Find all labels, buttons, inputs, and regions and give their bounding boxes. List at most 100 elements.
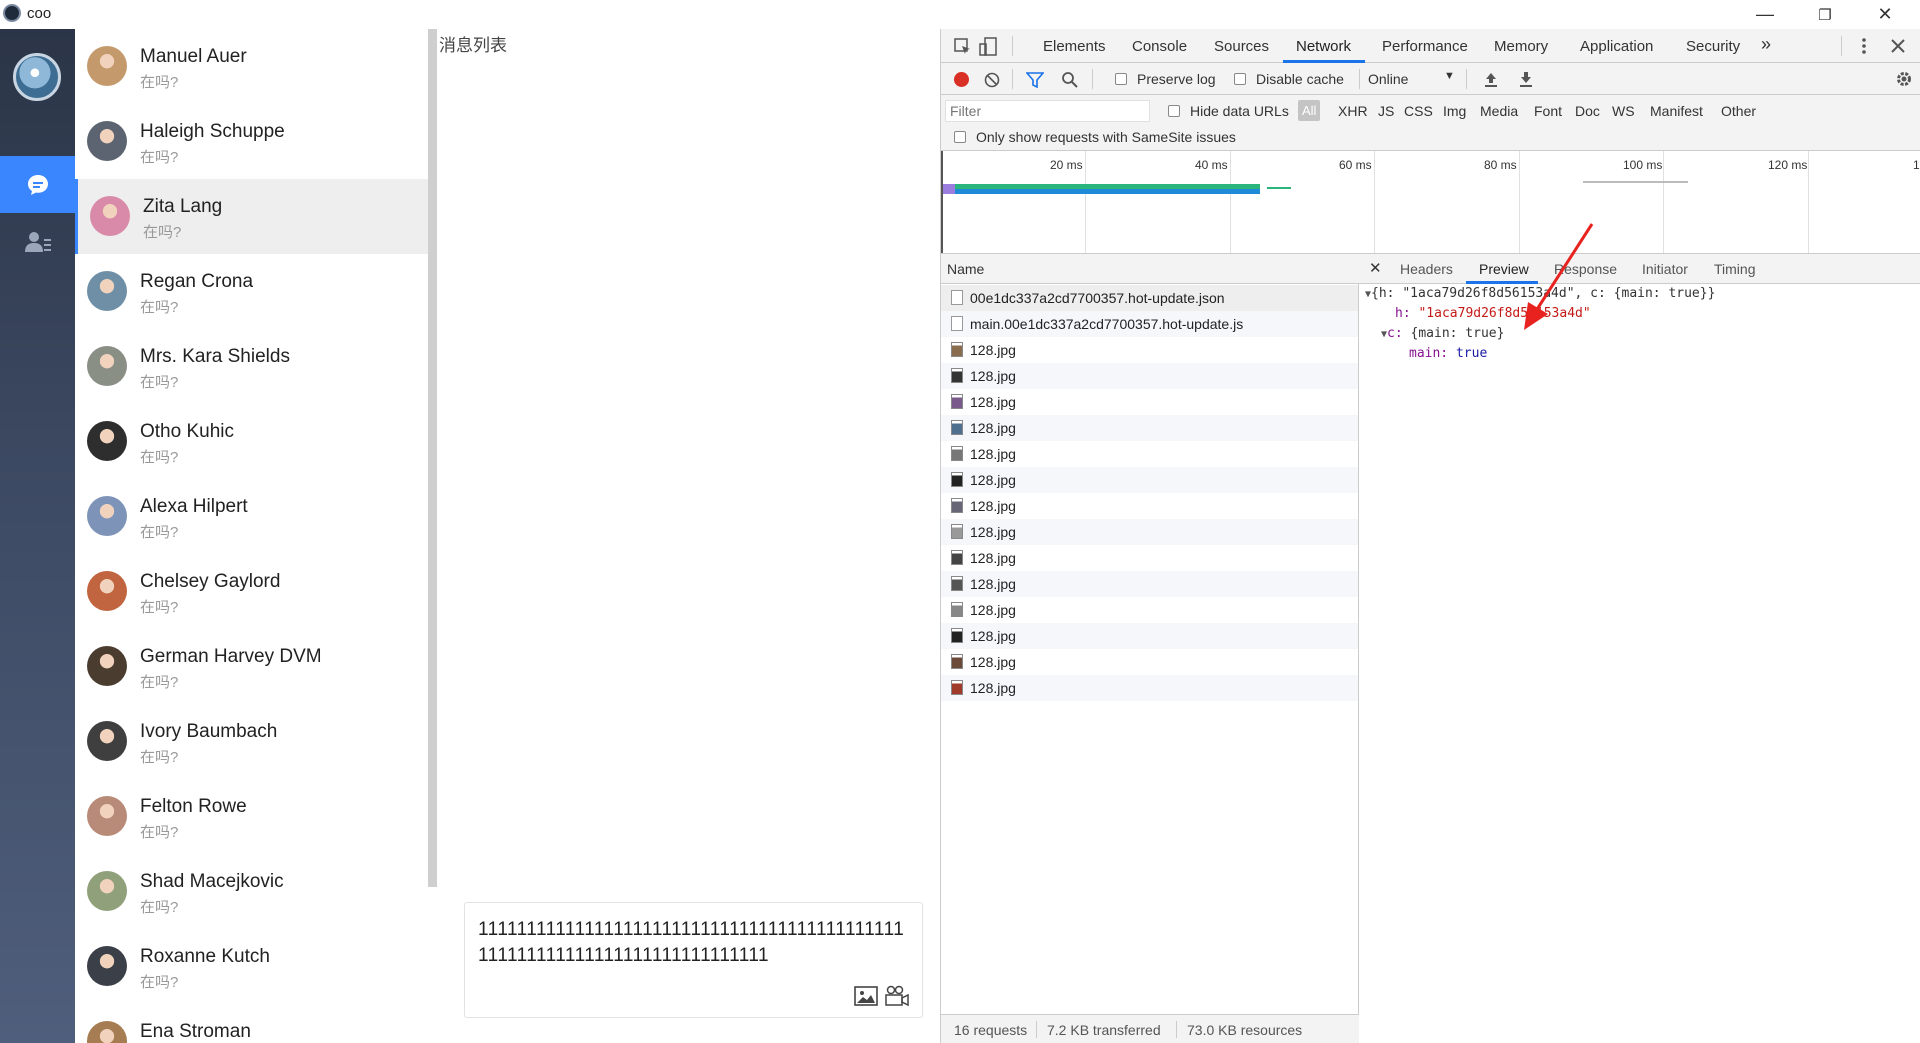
request-row[interactable]: 00e1dc337a2cd7700357.hot-update.json (941, 285, 1358, 311)
type-filter-img[interactable]: Img (1443, 103, 1466, 119)
minimize-button[interactable]: — (1735, 0, 1795, 29)
request-row[interactable]: 128.jpg (941, 519, 1358, 545)
contact-item[interactable]: Alexa Hilpert 在吗? (75, 479, 429, 554)
search-icon[interactable] (1061, 71, 1079, 89)
preserve-log-checkbox[interactable] (1115, 73, 1127, 85)
samesite-checkbox[interactable] (954, 131, 966, 143)
type-filter-manifest[interactable]: Manifest (1650, 103, 1703, 119)
throttle-select[interactable]: Online (1368, 71, 1408, 87)
type-filter-font[interactable]: Font (1534, 103, 1562, 119)
request-list: Name 00e1dc337a2cd7700357.hot-update.jso… (941, 254, 1359, 1014)
type-filter-ws[interactable]: WS (1612, 103, 1635, 119)
request-row[interactable]: 128.jpg (941, 389, 1358, 415)
filter-icon[interactable] (1026, 72, 1044, 88)
type-filter-js[interactable]: JS (1378, 103, 1394, 119)
image-file-icon (951, 576, 963, 591)
request-row[interactable]: main.00e1dc337a2cd7700357.hot-update.js (941, 311, 1358, 337)
kebab-menu-icon[interactable] (1861, 37, 1867, 55)
json-c-line[interactable]: ▼c: {main: true} (1381, 326, 1504, 341)
contact-list-scrollbar[interactable] (428, 29, 437, 887)
request-row[interactable]: 128.jpg (941, 597, 1358, 623)
contact-avatar (87, 796, 127, 836)
request-name: 128.jpg (970, 342, 1016, 358)
tab-sources[interactable]: Sources (1214, 38, 1269, 55)
contact-avatar (87, 496, 127, 536)
request-row[interactable]: 128.jpg (941, 441, 1358, 467)
user-avatar[interactable] (13, 53, 61, 101)
export-har-icon[interactable] (1519, 71, 1533, 87)
tab-elements[interactable]: Elements (1043, 38, 1106, 55)
close-window-button[interactable]: ✕ (1855, 0, 1915, 29)
network-settings-gear-icon[interactable] (1895, 70, 1913, 88)
close-devtools-icon[interactable] (1891, 39, 1905, 53)
contact-item[interactable]: Manuel Auer 在吗? (75, 29, 429, 104)
type-filter-xhr[interactable]: XHR (1338, 103, 1368, 119)
contact-item[interactable]: Ivory Baumbach 在吗? (75, 704, 429, 779)
contact-item[interactable]: Roxanne Kutch 在吗? (75, 929, 429, 1004)
inspect-element-icon[interactable] (954, 38, 972, 56)
contact-item[interactable]: Haleigh Schuppe 在吗? (75, 104, 429, 179)
tab-console[interactable]: Console (1132, 38, 1187, 55)
record-icon[interactable] (954, 72, 969, 87)
tab-memory[interactable]: Memory (1494, 38, 1548, 55)
request-row[interactable]: 128.jpg (941, 545, 1358, 571)
contact-last-message: 在吗? (140, 149, 179, 166)
disable-cache-checkbox[interactable] (1234, 73, 1246, 85)
request-row[interactable]: 128.jpg (941, 415, 1358, 441)
request-row[interactable]: 128.jpg (941, 675, 1358, 701)
name-column-header[interactable]: Name (947, 261, 984, 277)
contact-item[interactable]: Chelsey Gaylord 在吗? (75, 554, 429, 629)
contact-avatar (87, 1021, 127, 1043)
tab-performance[interactable]: Performance (1382, 38, 1468, 55)
request-row[interactable]: 128.jpg (941, 337, 1358, 363)
tab-initiator[interactable]: Initiator (1642, 261, 1688, 277)
nav-contacts[interactable] (0, 213, 75, 270)
contact-avatar (87, 571, 127, 611)
type-filter-media[interactable]: Media (1480, 103, 1518, 119)
tab-network[interactable]: Network (1296, 38, 1351, 55)
throttle-dropdown-icon[interactable]: ▼ (1444, 70, 1455, 82)
contact-item[interactable]: Shad Macejkovic 在吗? (75, 854, 429, 929)
request-row[interactable]: 128.jpg (941, 571, 1358, 597)
type-filter-all[interactable]: All (1298, 100, 1321, 121)
tab-headers[interactable]: Headers (1400, 261, 1453, 277)
network-overview[interactable]: 20 ms 40 ms 60 ms 80 ms 100 ms 120 ms 1 (941, 151, 1920, 254)
device-toolbar-icon[interactable] (979, 37, 999, 57)
hide-data-urls-checkbox[interactable] (1168, 105, 1180, 117)
contact-item[interactable]: Zita Lang 在吗? (75, 179, 429, 254)
contact-item[interactable]: Otho Kuhic 在吗? (75, 404, 429, 479)
clear-icon[interactable] (984, 72, 1000, 88)
contact-item[interactable]: German Harvey DVM 在吗? (75, 629, 429, 704)
type-filter-css[interactable]: CSS (1404, 103, 1433, 119)
contact-item[interactable]: Ena Stroman在吗? (75, 1004, 429, 1043)
image-icon[interactable] (854, 985, 878, 1007)
request-row[interactable]: 128.jpg (941, 467, 1358, 493)
request-row[interactable]: 128.jpg (941, 623, 1358, 649)
message-composer[interactable]: 1111111111111111111111111111111111111111… (464, 902, 923, 1018)
tab-application[interactable]: Application (1580, 38, 1653, 55)
message-input[interactable]: 1111111111111111111111111111111111111111… (478, 917, 908, 969)
nav-chat[interactable] (0, 156, 75, 213)
restore-button[interactable]: ❐ (1795, 0, 1855, 29)
contact-item[interactable]: Mrs. Kara Shields 在吗? (75, 329, 429, 404)
request-row[interactable]: 128.jpg (941, 493, 1358, 519)
tab-security[interactable]: Security (1686, 38, 1740, 55)
more-tabs-button[interactable]: » (1761, 34, 1771, 55)
chat-title: 消息列表 (439, 36, 507, 55)
contact-name: Ivory Baumbach (140, 721, 278, 742)
contact-item[interactable]: Felton Rowe 在吗? (75, 779, 429, 854)
contact-item[interactable]: Regan Crona 在吗? (75, 254, 429, 329)
tick-label: 20 ms (1050, 158, 1083, 172)
filter-input[interactable] (945, 100, 1150, 122)
contacts-icon (24, 231, 51, 252)
tab-timing[interactable]: Timing (1714, 261, 1756, 277)
type-filter-doc[interactable]: Doc (1575, 103, 1600, 119)
video-camera-icon[interactable] (884, 985, 910, 1007)
request-row[interactable]: 128.jpg (941, 363, 1358, 389)
import-har-icon[interactable] (1484, 71, 1498, 87)
request-name: 128.jpg (970, 654, 1016, 670)
request-row[interactable]: 128.jpg (941, 649, 1358, 675)
close-details-button[interactable]: ✕ (1369, 259, 1382, 277)
type-filter-other[interactable]: Other (1721, 103, 1756, 119)
waterfall-bar (1267, 187, 1291, 189)
